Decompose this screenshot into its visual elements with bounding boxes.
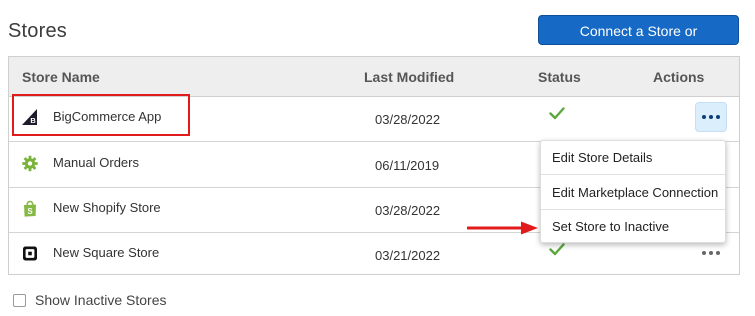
gear-icon	[22, 155, 38, 172]
show-inactive-checkbox[interactable]	[13, 293, 26, 307]
more-icon	[702, 115, 720, 119]
annotation-highlight-box	[12, 94, 190, 136]
page-title: Stores	[8, 20, 68, 42]
svg-text:S: S	[27, 207, 33, 216]
last-modified: 06/11/2019	[375, 158, 440, 173]
menu-item-set-store-inactive[interactable]: Set Store to Inactive	[541, 210, 725, 244]
check-icon	[549, 243, 565, 261]
actions-menu-button[interactable]	[695, 102, 727, 132]
show-inactive-toggle[interactable]: Show Inactive Stores	[13, 292, 167, 308]
check-icon	[549, 107, 565, 125]
header-store-name[interactable]: Store Name	[22, 69, 100, 85]
last-modified: 03/28/2022	[375, 112, 441, 127]
menu-item-edit-store-details[interactable]: Edit Store Details	[541, 141, 725, 175]
store-name[interactable]: New Square Store	[53, 245, 159, 260]
header-status[interactable]: Status	[538, 69, 581, 85]
show-inactive-label[interactable]: Show Inactive Stores	[35, 292, 167, 308]
connect-store-button[interactable]: Connect a Store or Marketplace	[538, 15, 739, 67]
last-modified: 03/28/2022	[375, 203, 441, 218]
table-header: Store Name Last Modified Status Actions	[9, 57, 739, 97]
store-name[interactable]: New Shopify Store	[53, 200, 161, 215]
shopify-icon: S	[22, 200, 38, 217]
actions-dropdown-menu: Edit Store Details Edit Marketplace Conn…	[540, 140, 726, 243]
annotation-arrow-icon	[466, 220, 539, 241]
last-modified: 03/21/2022	[375, 248, 441, 263]
header-actions: Actions	[653, 69, 705, 85]
menu-item-edit-marketplace-connection[interactable]: Edit Marketplace Connection	[541, 176, 725, 210]
more-icon	[702, 251, 720, 255]
store-name[interactable]: Manual Orders	[53, 155, 139, 170]
header-last-modified[interactable]: Last Modified	[364, 69, 454, 85]
square-icon	[22, 245, 38, 262]
